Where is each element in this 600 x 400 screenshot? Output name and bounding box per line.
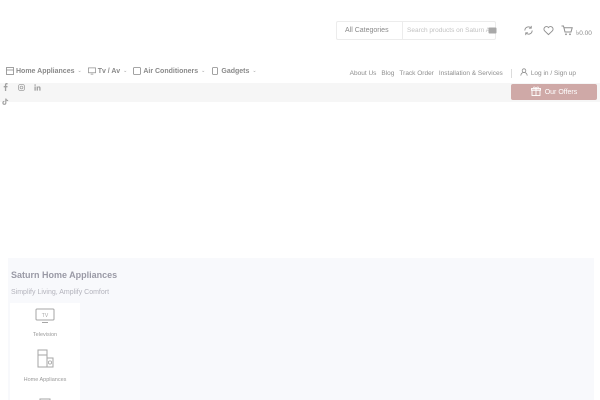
chevron-down-icon: ⌄ — [77, 68, 82, 74]
tv-icon — [87, 67, 96, 75]
nav-air-conditioners[interactable]: Air Conditioners ⌄ — [133, 67, 205, 75]
login-label: Log in / Sign up — [530, 69, 576, 77]
appliance-icon — [38, 393, 52, 400]
chevron-down-icon: ⌄ — [201, 68, 206, 74]
phone-icon — [211, 67, 219, 75]
category-select[interactable]: All Categories — [337, 22, 403, 39]
divider — [510, 68, 512, 78]
brand-title: Saturn Home Appliances — [11, 270, 118, 280]
category-home-appliances[interactable]: Home Appliances — [10, 349, 80, 383]
washing-machine-icon — [6, 67, 14, 75]
category-television[interactable]: TV Television — [10, 308, 80, 338]
nav-item-label: Tv / Av — [97, 67, 121, 75]
search-button[interactable] — [487, 25, 497, 36]
nav-item-label: Air Conditioners — [143, 67, 199, 75]
home-appliances-icon — [36, 349, 54, 374]
search-input[interactable] — [403, 22, 495, 39]
link-track-order[interactable]: Track Order — [399, 70, 433, 77]
category-more[interactable] — [10, 393, 80, 400]
linkedin-icon[interactable] — [33, 83, 41, 91]
login-link[interactable]: Log in / Sign up — [520, 68, 576, 78]
instagram-icon[interactable] — [17, 83, 25, 91]
social-links — [0, 83, 41, 91]
link-about-us[interactable]: About Us — [350, 70, 377, 77]
facebook-icon[interactable] — [1, 83, 9, 91]
compare-icon[interactable] — [522, 24, 534, 36]
nav-item-label: Gadgets — [221, 67, 250, 75]
our-offers-button[interactable]: Our Offers — [511, 84, 597, 100]
search-bar: All Categories — [336, 21, 496, 40]
chevron-down-icon: ⌄ — [252, 68, 257, 74]
wishlist-icon[interactable] — [542, 24, 554, 36]
promo-strip — [0, 83, 600, 102]
cart-total: ৳0.00 — [576, 30, 592, 37]
nav-item-label: Home Appliances — [16, 67, 75, 75]
nav-gadgets[interactable]: Gadgets ⌄ — [211, 67, 257, 75]
brand-tagline: Simplify Living, Amplify Comfort — [11, 289, 110, 296]
our-offers-label: Our Offers — [544, 88, 578, 96]
top-links: About Us Blog Track Order Installation &… — [350, 68, 576, 78]
gift-icon — [530, 86, 541, 98]
svg-text:TV: TV — [42, 313, 49, 319]
category-label: Home Appliances — [23, 377, 67, 383]
cart-icon[interactable] — [561, 24, 573, 36]
nav-tv-av[interactable]: Tv / Av ⌄ — [87, 67, 128, 75]
television-icon: TV — [35, 308, 55, 329]
nav-home-appliances[interactable]: Home Appliances ⌄ — [6, 67, 82, 75]
chevron-down-icon: ⌄ — [123, 68, 128, 74]
tiktok-icon[interactable] — [2, 92, 9, 105]
link-installation-services[interactable]: Installation & Services — [439, 70, 503, 77]
link-blog[interactable]: Blog — [381, 70, 394, 77]
user-icon — [520, 68, 528, 78]
category-sidebar: TV Television Home Appliances — [10, 303, 80, 400]
category-label: Television — [32, 332, 58, 338]
main-nav: Home Appliances ⌄ Tv / Av ⌄ Air Conditio… — [6, 67, 257, 75]
air-conditioner-icon — [133, 67, 142, 75]
